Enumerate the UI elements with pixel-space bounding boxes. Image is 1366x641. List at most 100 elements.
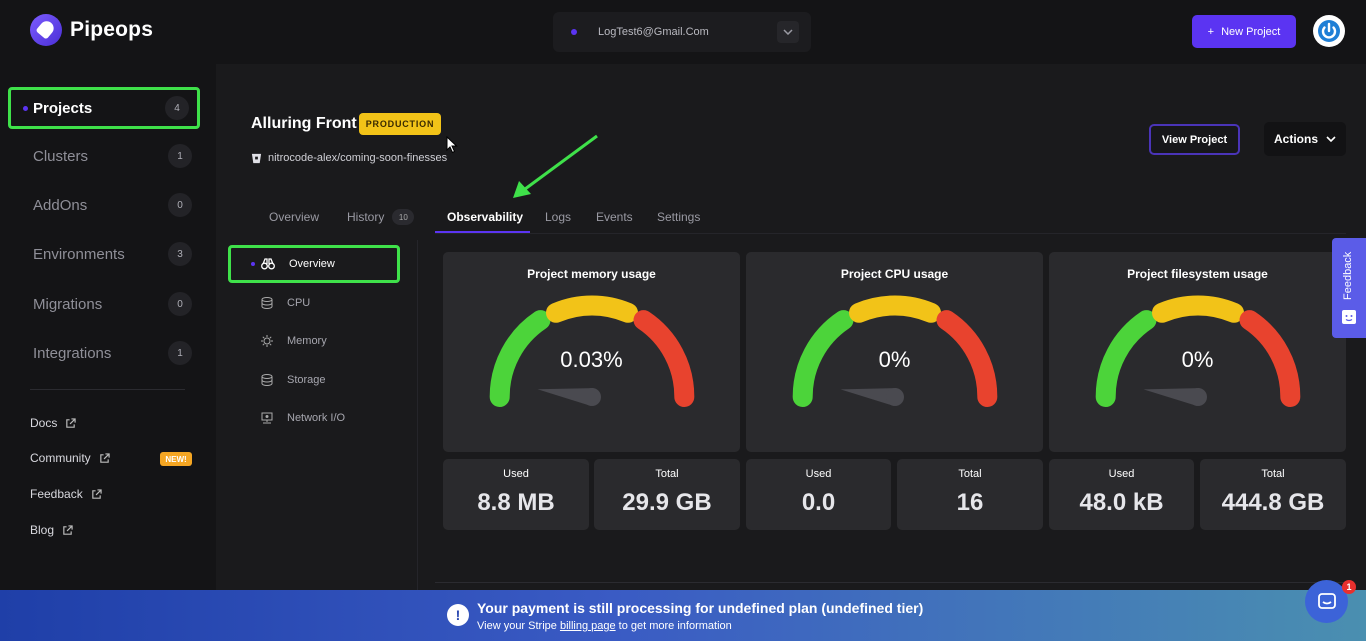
subnav-label: Network I/O bbox=[287, 412, 346, 424]
sidebar-item-clusters[interactable]: Clusters 1 bbox=[8, 135, 200, 177]
annotation-arrow bbox=[513, 134, 598, 198]
memory-used-card: Used 8.8 MB bbox=[443, 459, 589, 530]
cpu-used-card: Used 0.0 bbox=[746, 459, 891, 530]
gauge-segment-yellow bbox=[1152, 295, 1244, 323]
banner-subtext: View your Stripe billing page to get mor… bbox=[477, 620, 732, 632]
payment-banner: ! Your payment is still processing for u… bbox=[0, 590, 1366, 641]
tab-settings[interactable]: Settings bbox=[657, 200, 700, 234]
gauge-title: Project CPU usage bbox=[840, 267, 949, 281]
chevron-down-icon[interactable] bbox=[777, 21, 799, 43]
sidebar-item-projects[interactable]: Projects 4 bbox=[8, 87, 200, 129]
blog-link[interactable]: Blog bbox=[30, 523, 73, 537]
view-project-button[interactable]: View Project bbox=[1149, 124, 1240, 155]
subnav-network[interactable]: Network I/O bbox=[228, 399, 400, 437]
stat-value: 0.0 bbox=[801, 489, 836, 516]
external-link-icon bbox=[91, 488, 102, 499]
tab-overview[interactable]: Overview bbox=[269, 200, 319, 234]
count-badge: 3 bbox=[168, 242, 192, 266]
tab-events[interactable]: Events bbox=[596, 200, 633, 234]
sidebar: Projects 4 Clusters 1 AddOns 0 Environme… bbox=[0, 64, 216, 641]
billing-page-link[interactable]: billing page bbox=[560, 620, 616, 632]
docs-link[interactable]: Docs bbox=[30, 416, 77, 430]
tab-history[interactable]: History 10 bbox=[347, 200, 415, 234]
feedback-tab-label: Feedback bbox=[1342, 251, 1354, 300]
sidebar-item-label: Integrations bbox=[33, 344, 112, 362]
observability-subnav: Overview CPU Memory Storage Network I/O bbox=[228, 240, 418, 590]
stat-label: Total bbox=[958, 468, 982, 480]
feedback-side-tab[interactable]: Feedback bbox=[1332, 238, 1366, 338]
feedback-link-label: Feedback bbox=[30, 487, 83, 501]
community-link[interactable]: Community bbox=[30, 451, 110, 465]
filesystem-used-card: Used 48.0 kB bbox=[1049, 459, 1194, 530]
account-switcher[interactable]: LogTest6@Gmail.Com bbox=[553, 12, 811, 52]
gauge-title: Project memory usage bbox=[527, 267, 656, 281]
gauge-segment-yellow bbox=[849, 295, 941, 323]
stat-label: Used bbox=[1108, 468, 1135, 480]
sidebar-item-integrations[interactable]: Integrations 1 bbox=[8, 332, 200, 374]
banner-title: Your payment is still processing for und… bbox=[477, 600, 924, 616]
new-project-label: New Project bbox=[1221, 25, 1281, 38]
sidebar-item-migrations[interactable]: Migrations 0 bbox=[8, 283, 200, 325]
rocket-icon bbox=[30, 14, 62, 46]
count-badge: 0 bbox=[168, 193, 192, 217]
chevron-down-icon bbox=[1326, 136, 1336, 142]
gauge-hub bbox=[1189, 388, 1207, 406]
new-badge: NEW! bbox=[160, 452, 192, 466]
user-avatar[interactable] bbox=[1313, 15, 1345, 47]
sidebar-item-label: Clusters bbox=[33, 147, 89, 165]
mouse-cursor-icon bbox=[446, 136, 458, 154]
new-project-button[interactable]: + New Project bbox=[1192, 15, 1296, 48]
subnav-memory[interactable]: Memory bbox=[228, 322, 400, 360]
chat-notification-badge: 1 bbox=[1342, 580, 1356, 594]
tab-observability[interactable]: Observability bbox=[447, 200, 523, 234]
account-email: LogTest6@Gmail.Com bbox=[598, 26, 709, 38]
sidebar-item-addons[interactable]: AddOns 0 bbox=[8, 184, 200, 226]
gauge-value: 0% bbox=[1181, 347, 1214, 372]
chat-icon bbox=[1317, 592, 1336, 609]
sidebar-item-label: Environments bbox=[33, 245, 125, 263]
feedback-link[interactable]: Feedback bbox=[30, 487, 102, 501]
blog-link-label: Blog bbox=[30, 523, 55, 537]
stat-value: 29.9 GB bbox=[622, 489, 712, 516]
subnav-label: CPU bbox=[287, 297, 311, 309]
history-count-badge: 10 bbox=[392, 209, 415, 225]
stat-value: 8.8 MB bbox=[477, 489, 555, 516]
feedback-face-icon bbox=[1342, 310, 1356, 324]
exclamation-icon: ! bbox=[447, 604, 469, 626]
status-dot bbox=[571, 29, 577, 35]
logo[interactable]: Pipeops bbox=[30, 14, 153, 46]
repo-link[interactable]: nitrocode-alex/coming-soon-finesses bbox=[251, 152, 447, 164]
actions-dropdown[interactable]: Actions bbox=[1264, 122, 1346, 156]
tab-history-label: History bbox=[347, 210, 385, 224]
actions-label: Actions bbox=[1273, 132, 1318, 146]
stat-label: Total bbox=[655, 468, 679, 480]
database-icon bbox=[261, 297, 273, 309]
top-bar: Pipeops LogTest6@Gmail.Com + New Project bbox=[0, 0, 1366, 64]
database-icon bbox=[261, 374, 273, 386]
bitbucket-icon bbox=[251, 153, 262, 163]
sidebar-item-environments[interactable]: Environments 3 bbox=[8, 233, 200, 275]
stat-value: 16 bbox=[956, 489, 984, 516]
gauge-hub bbox=[583, 388, 601, 406]
project-title: Alluring Front bbox=[251, 115, 357, 132]
sidebar-item-label: Projects bbox=[33, 99, 93, 117]
subnav-label: Storage bbox=[287, 374, 326, 386]
external-link-icon bbox=[63, 524, 73, 535]
subnav-storage[interactable]: Storage bbox=[228, 361, 400, 399]
sidebar-item-label: AddOns bbox=[33, 196, 88, 214]
gauge-segment-yellow bbox=[546, 295, 638, 323]
tabs-divider bbox=[435, 233, 1346, 234]
filesystem-gauge-card: Project filesystem usage 0% bbox=[1049, 252, 1346, 452]
stat-label: Used bbox=[503, 468, 529, 480]
brand-name: Pipeops bbox=[70, 18, 154, 41]
banner-sub-suffix: to get more information bbox=[615, 620, 732, 632]
memory-total-card: Total 29.9 GB bbox=[594, 459, 740, 530]
tab-logs[interactable]: Logs bbox=[545, 200, 571, 234]
gauge-value: 0.03% bbox=[560, 347, 623, 372]
docs-link-label: Docs bbox=[30, 416, 58, 430]
subnav-cpu[interactable]: CPU bbox=[228, 284, 400, 322]
count-badge: 0 bbox=[168, 292, 192, 316]
subnav-overview[interactable]: Overview bbox=[228, 245, 400, 283]
active-dot bbox=[23, 105, 28, 111]
filesystem-total-card: Total 444.8 GB bbox=[1200, 459, 1346, 530]
